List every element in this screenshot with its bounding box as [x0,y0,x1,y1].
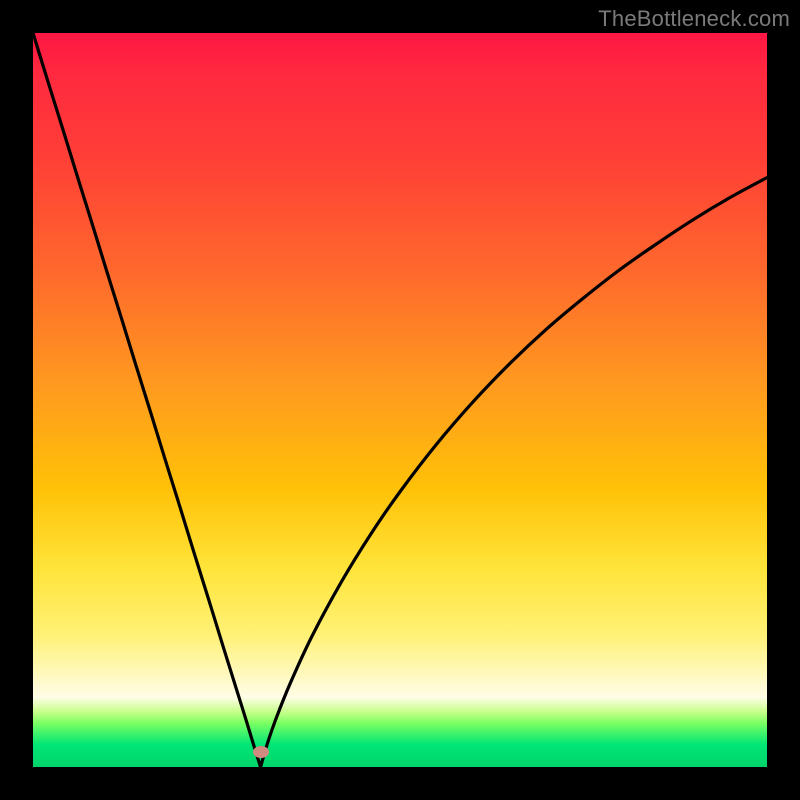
plot-area [33,33,767,767]
notch-marker [253,746,269,758]
bottleneck-curve [33,33,767,767]
chart-frame: TheBottleneck.com [0,0,800,800]
watermark-text: TheBottleneck.com [598,6,790,32]
